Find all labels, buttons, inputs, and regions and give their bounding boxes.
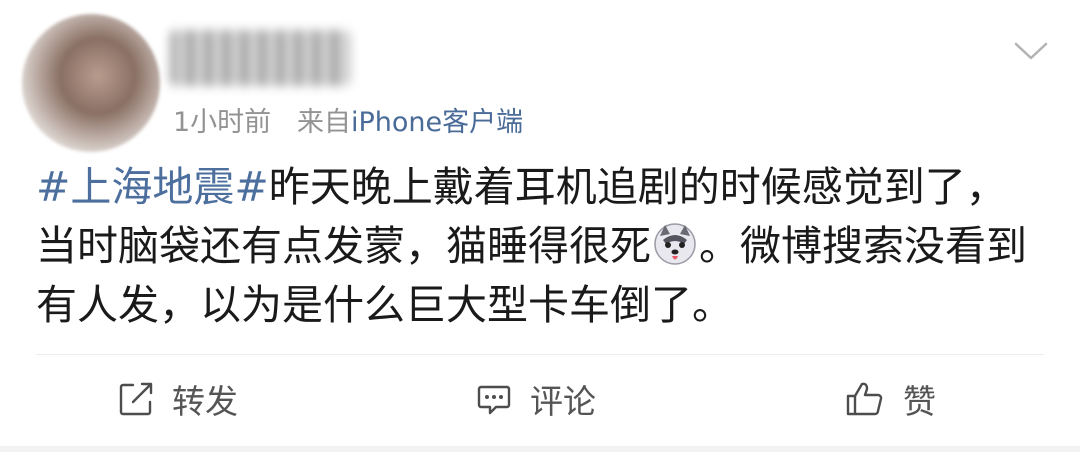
like-icon — [846, 382, 883, 416]
repost-icon — [119, 382, 153, 416]
like-label: 赞 — [903, 382, 936, 421]
avatar[interactable] — [22, 14, 160, 152]
bottom-separator — [0, 446, 1080, 452]
username-blurred[interactable] — [170, 30, 350, 86]
comment-label: 评论 — [530, 382, 596, 421]
repost-button[interactable]: 转发 — [118, 372, 238, 426]
source-prefix: 来自 — [296, 107, 351, 138]
comment-button[interactable]: 评论 — [476, 372, 596, 426]
like-button[interactable]: 赞 — [845, 372, 936, 426]
source-device-link[interactable]: iPhone客户端 — [351, 107, 523, 138]
husky-emoji-icon — [654, 223, 696, 265]
hashtag-link[interactable]: #上海地震# — [36, 163, 269, 211]
post-content: #上海地震#昨天晚上戴着耳机追剧的时候感觉到了，当时脑袋还有点发蒙，猫睡得很死 … — [36, 158, 1041, 335]
post-meta: 1小时前 来自iPhone客户端 — [173, 100, 523, 139]
repost-label: 转发 — [172, 382, 238, 421]
divider — [36, 354, 1044, 355]
comment-icon — [477, 385, 511, 415]
post-time: 1小时前 — [173, 107, 272, 138]
chevron-down-icon[interactable] — [1013, 40, 1049, 62]
